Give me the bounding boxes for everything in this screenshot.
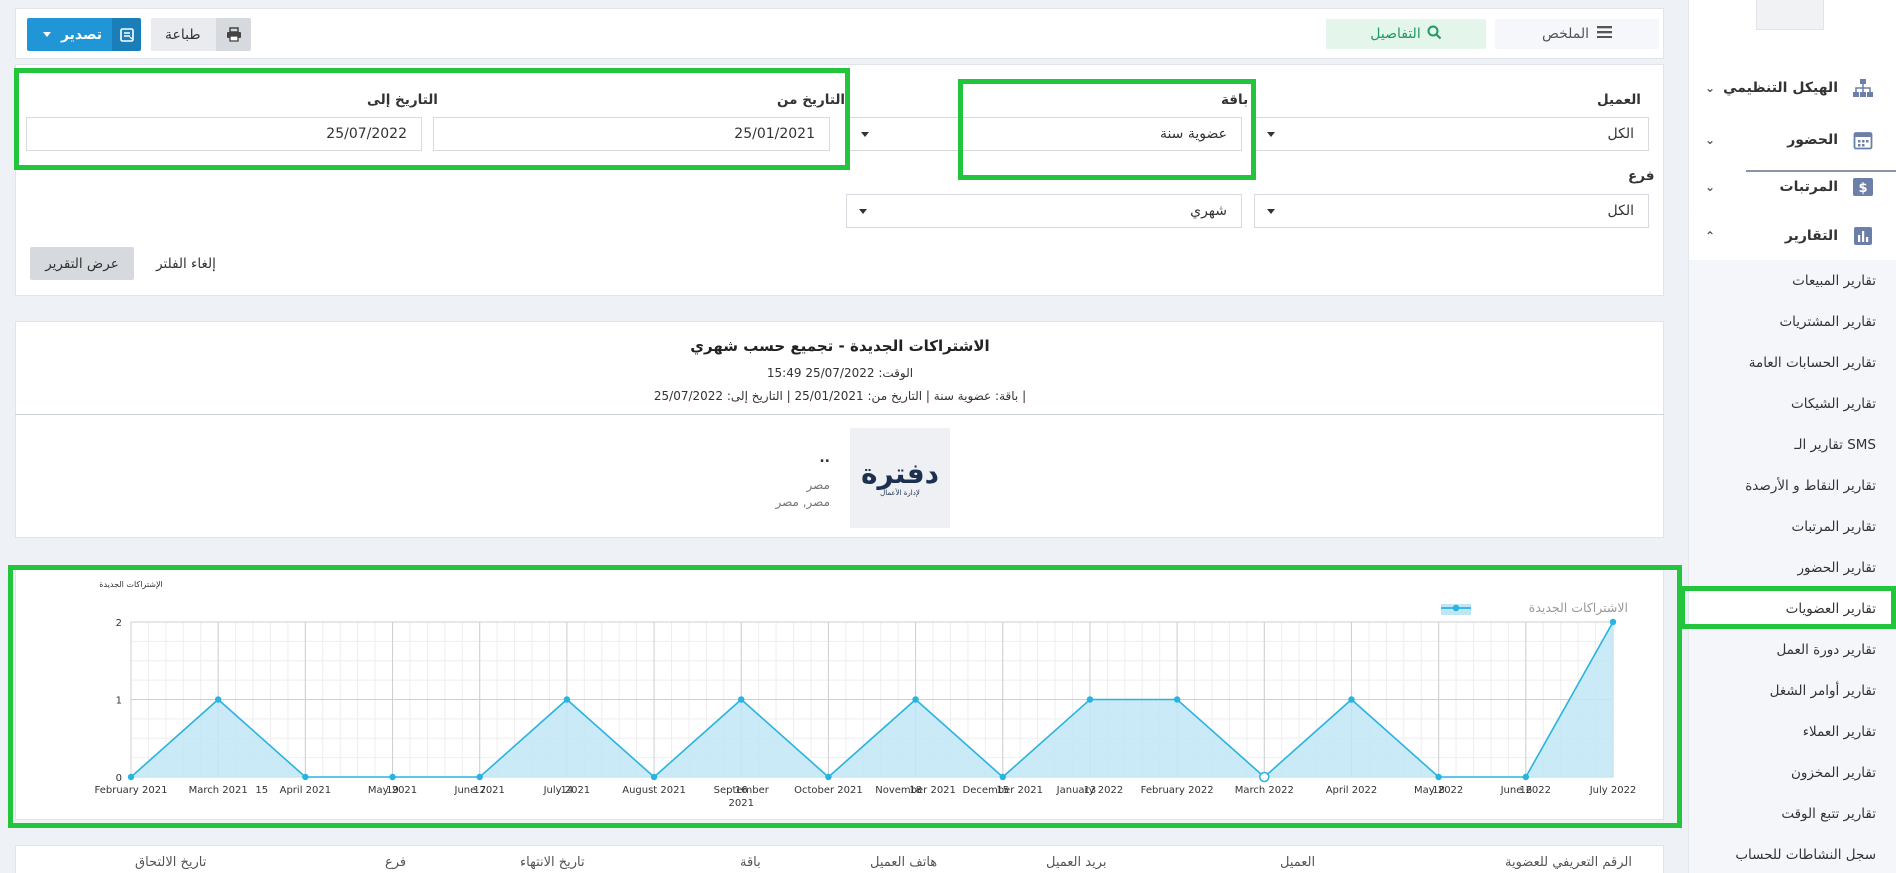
print-label: طباعة (165, 26, 201, 43)
caret-down-icon (1267, 131, 1275, 137)
report-title: الاشتراكات الجديدة - تجميع حسب شهري (690, 337, 990, 355)
caret-down-icon (861, 131, 869, 137)
org-chart-icon (1852, 77, 1874, 99)
submenu-workflow-reports[interactable]: تقارير دورة العمل (1689, 629, 1896, 670)
branch-select[interactable]: الكل (1254, 194, 1649, 228)
highlight-chart (8, 565, 1682, 828)
caret-down-icon (42, 32, 51, 37)
caret-down-icon (1267, 208, 1275, 214)
chevron-down-icon: ⌄ (1705, 133, 1716, 147)
submenu-purchases-reports[interactable]: تقارير المشتريات (1689, 301, 1896, 342)
company-country: مصر (806, 478, 830, 492)
bar-chart-icon (1852, 225, 1874, 247)
submenu-inventory-reports[interactable]: تقارير المخزون (1689, 752, 1896, 793)
company-logo-text: دفترة (860, 457, 940, 490)
submenu-payroll-reports[interactable]: تقارير المرتبات (1689, 506, 1896, 547)
th-join-date: تاريخ الالتحاق (135, 855, 207, 870)
th-client: العميل (1280, 855, 1316, 870)
sidebar-item-reports[interactable]: ⌃ التقارير (1689, 212, 1896, 260)
highlight-date-range (14, 68, 850, 170)
tab-details[interactable]: التفاصيل (1326, 19, 1486, 49)
sidebar: ⌄ الهيكل التنظيمي ⌄ الحضور ⌄ $ المرتبات … (1688, 0, 1896, 873)
list-icon (1597, 26, 1613, 42)
sidebar-item-label: التقارير (1784, 228, 1838, 244)
submenu-sales-reports[interactable]: تقارير المبيعات (1689, 260, 1896, 301)
chevron-down-icon: ⌄ (1705, 180, 1716, 194)
header-divider (15, 414, 1664, 415)
printer-icon[interactable] (216, 18, 251, 51)
export-label: تصدير (60, 26, 103, 43)
company-logo: دفترة لإدارة الأعمال (850, 428, 950, 528)
calendar-icon (1852, 129, 1874, 151)
results-table-header (15, 845, 1664, 873)
th-client-email: بريد العميل (1046, 855, 1107, 870)
brand-logo[interactable] (1756, 0, 1824, 30)
export-icon[interactable] (112, 18, 141, 51)
company-address: مصر, مصر (775, 495, 830, 509)
submenu-time-tracking-reports[interactable]: تقارير تتبع الوقت (1689, 793, 1896, 834)
th-branch: فرع (385, 855, 407, 870)
sidebar-item-label: الهيكل التنظيمي (1723, 80, 1838, 96)
sidebar-item-attendance[interactable]: ⌄ الحضور (1689, 116, 1896, 164)
svg-text:$: $ (1858, 181, 1867, 196)
sidebar-item-org-structure[interactable]: ⌄ الهيكل التنظيمي (1689, 64, 1896, 112)
reports-submenu: تقارير المبيعات تقارير المشتريات تقارير … (1689, 260, 1896, 873)
dollar-icon: $ (1852, 176, 1874, 198)
sidebar-item-payroll[interactable]: ⌄ $ المرتبات (1689, 163, 1896, 211)
company-logo-subtext: لإدارة الأعمال (880, 489, 920, 497)
submenu-clients-reports[interactable]: تقارير العملاء (1689, 711, 1896, 752)
clear-filter-button[interactable]: إلغاء الفلتر (145, 247, 227, 280)
branch-label: فرع (1628, 168, 1655, 184)
th-package: باقة (740, 855, 761, 870)
th-end-date: تاريخ الانتهاء (520, 855, 585, 870)
branch-select-value: الكل (1607, 203, 1635, 219)
submenu-accounts-reports[interactable]: تقارير الحسابات العامة (1689, 342, 1896, 383)
client-label: العميل (1597, 92, 1641, 108)
company-name: .. (819, 450, 830, 466)
chevron-down-icon: ⌄ (1705, 81, 1716, 95)
client-select[interactable]: الكل (1254, 117, 1649, 151)
caret-down-icon (859, 208, 867, 214)
submenu-cheques-reports[interactable]: تقارير الشيكات (1689, 383, 1896, 424)
submenu-attendance-reports[interactable]: تقارير الحضور (1689, 547, 1896, 588)
client-select-value: الكل (1607, 126, 1635, 142)
sidebar-item-label: المرتبات (1779, 179, 1838, 195)
group-by-select-value: شهري (1190, 203, 1227, 219)
th-membership-id: الرقم التعريفي للعضوية (1505, 855, 1632, 870)
search-icon (1427, 25, 1442, 44)
group-by-select[interactable]: شهري (846, 194, 1242, 228)
th-client-phone: هاتف العميل (870, 855, 938, 870)
tab-summary-label: الملخص (1541, 26, 1590, 42)
tab-details-label: التفاصيل (1370, 26, 1421, 42)
chevron-up-icon: ⌃ (1705, 229, 1716, 243)
highlight-package (958, 79, 1256, 180)
tab-summary[interactable]: الملخص (1495, 19, 1659, 49)
submenu-work-orders-reports[interactable]: تقارير أوامر الشغل (1689, 670, 1896, 711)
sidebar-item-label: الحضور (1787, 132, 1838, 148)
show-report-button[interactable]: عرض التقرير (30, 247, 134, 280)
submenu-sms-reports[interactable]: تقارير الـ SMS (1689, 424, 1896, 465)
report-time: الوقت: 25/07/2022 15:49 (766, 366, 914, 380)
highlight-memberships-menu (1680, 586, 1896, 629)
submenu-activity-log[interactable]: سجل النشاطات للحساب (1689, 834, 1896, 873)
submenu-points-reports[interactable]: تقارير النقاط و الأرصدة (1689, 465, 1896, 506)
toolbar: تصدير طباعة الملخص التفاصيل (15, 8, 1664, 59)
report-filter-summary: باقة: عضوية سنة | التاريخ من: 25/01/2021… (653, 389, 1027, 403)
